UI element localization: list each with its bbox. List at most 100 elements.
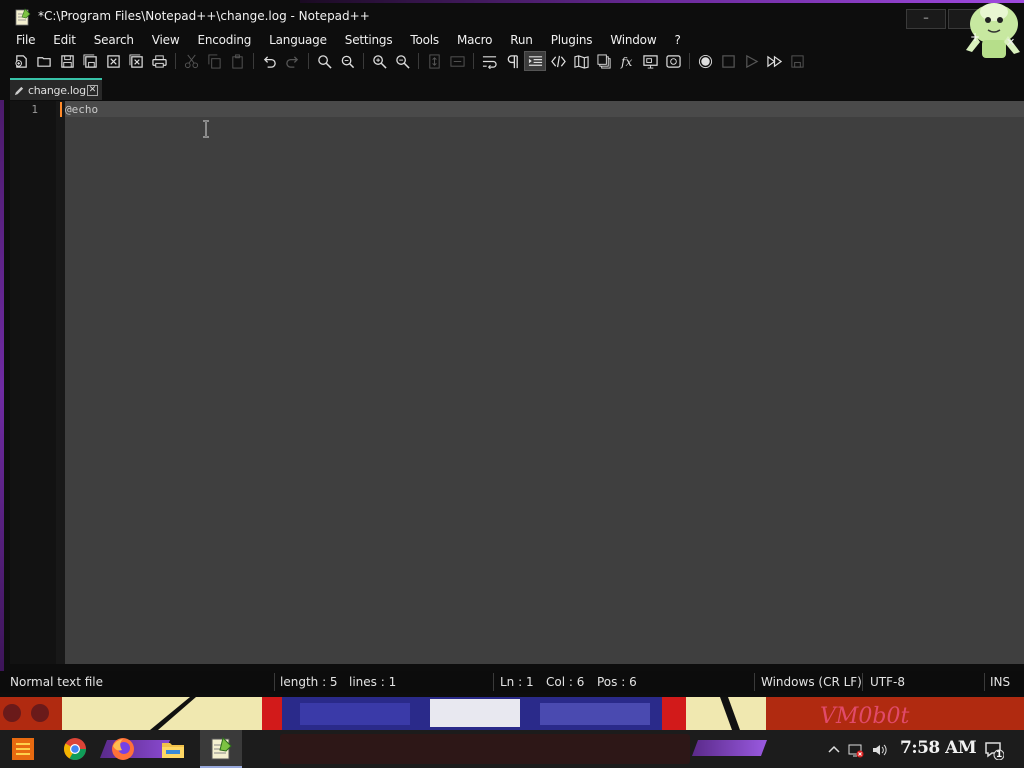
save-all-button[interactable]	[79, 51, 101, 71]
network-icon[interactable]	[848, 742, 864, 758]
redo-icon	[285, 55, 298, 68]
svg-text:VM0b0t: VM0b0t	[820, 704, 909, 729]
menu-encoding[interactable]: Encoding	[197, 33, 251, 47]
close-button[interactable]	[102, 51, 124, 71]
document-map-icon	[573, 54, 589, 69]
open-file-button[interactable]	[33, 51, 55, 71]
close-all-button[interactable]	[125, 51, 147, 71]
firefox-icon[interactable]	[110, 736, 136, 762]
menu-edit[interactable]: Edit	[53, 33, 76, 47]
menu-file[interactable]: File	[16, 33, 35, 47]
menu-bar: File Edit Search View Encoding Language …	[0, 30, 699, 50]
menu-window[interactable]: Window	[610, 33, 656, 47]
window-title: *C:\Program Files\Notepad++\change.log -…	[38, 9, 370, 23]
close-document-button[interactable]: ✕	[1006, 36, 1015, 49]
i-beam-cursor-icon	[203, 120, 209, 138]
record-macro-button[interactable]	[694, 51, 716, 71]
status-pos: Pos : 6	[597, 675, 637, 689]
toolbar-separator	[689, 53, 690, 69]
show-all-characters-button[interactable]	[501, 51, 523, 71]
menu-macro[interactable]: Macro	[457, 33, 493, 47]
sync-vertical-button[interactable]	[423, 51, 445, 71]
tab-change-log[interactable]: change.log ✕	[10, 78, 102, 100]
stop-macro-icon	[721, 54, 735, 68]
new-tab-plus-button[interactable]: +	[970, 30, 980, 44]
menu-help[interactable]: ?	[674, 33, 680, 47]
copy-icon	[207, 53, 221, 69]
line-number-gutter: 1	[10, 101, 65, 664]
title-bar[interactable]: *C:\Program Files\Notepad++\change.log -…	[0, 3, 1024, 30]
notification-count-badge: 1	[996, 750, 1003, 760]
function-list-button[interactable]: fx	[616, 51, 638, 71]
tab-label: change.log	[28, 83, 86, 97]
volume-icon[interactable]	[872, 742, 888, 758]
menu-plugins[interactable]: Plugins	[551, 33, 593, 47]
print-button[interactable]	[148, 51, 170, 71]
toolbar-separator	[473, 53, 474, 69]
toolbar-separator	[253, 53, 254, 69]
notepad-plus-plus-app-icon	[15, 8, 31, 26]
toolbar-separator	[418, 53, 419, 69]
show-hidden-icons-icon[interactable]	[826, 742, 842, 758]
notepad-plus-plus-icon[interactable]	[208, 736, 234, 762]
zoom-out-button[interactable]	[391, 51, 413, 71]
replace-button[interactable]	[336, 51, 358, 71]
save-icon	[60, 54, 74, 68]
save-macro-icon	[790, 54, 804, 68]
cut-button[interactable]	[180, 51, 202, 71]
toolbar-separator	[308, 53, 309, 69]
function-list-icon: fx	[620, 55, 632, 69]
status-insert-mode[interactable]: INS	[990, 675, 1010, 689]
zoom-in-button[interactable]	[368, 51, 390, 71]
copy-button[interactable]	[203, 51, 225, 71]
sync-horizontal-button[interactable]	[446, 51, 468, 71]
menu-settings[interactable]: Settings	[345, 33, 393, 47]
tab-bar: change.log ✕	[0, 77, 1024, 101]
menu-search[interactable]: Search	[94, 33, 134, 47]
folder-as-workspace-button[interactable]	[639, 51, 661, 71]
save-macro-button[interactable]	[786, 51, 808, 71]
sync-vertical-icon	[428, 53, 440, 69]
monitoring-button[interactable]	[662, 51, 684, 71]
file-explorer-icon[interactable]	[160, 736, 186, 762]
status-separator	[493, 673, 494, 691]
chrome-icon[interactable]	[62, 736, 88, 762]
new-file-button[interactable]	[10, 51, 32, 71]
sync-horizontal-icon	[449, 55, 465, 67]
tab-close-button[interactable]: ✕	[87, 85, 98, 96]
play-macro-button[interactable]	[740, 51, 762, 71]
taskbar-wallpaper-overlay	[280, 734, 690, 764]
start-icon[interactable]	[10, 736, 36, 762]
document-map-button[interactable]	[570, 51, 592, 71]
document-list-button[interactable]	[593, 51, 615, 71]
run-macro-multiple-button[interactable]	[763, 51, 785, 71]
play-macro-icon	[745, 54, 758, 68]
paste-button[interactable]	[226, 51, 248, 71]
menu-language[interactable]: Language	[269, 33, 327, 47]
redo-button[interactable]	[281, 51, 303, 71]
status-encoding[interactable]: UTF-8	[870, 675, 905, 689]
menu-view[interactable]: View	[152, 33, 180, 47]
find-button[interactable]	[313, 51, 335, 71]
folder-as-workspace-icon	[642, 54, 658, 69]
cut-icon	[184, 54, 198, 68]
minimize-button[interactable]: –	[906, 9, 946, 29]
taskbar-clock[interactable]: 7:58 AM	[900, 738, 977, 758]
word-wrap-button[interactable]	[478, 51, 500, 71]
stop-macro-button[interactable]	[717, 51, 739, 71]
menu-run[interactable]: Run	[510, 33, 533, 47]
editor-line[interactable]: @echo	[65, 103, 98, 116]
toolbar-separator	[363, 53, 364, 69]
save-button[interactable]	[56, 51, 78, 71]
document-list-icon	[596, 53, 611, 69]
undo-button[interactable]	[258, 51, 280, 71]
status-col: Col : 6	[546, 675, 585, 689]
taskbar-accent	[692, 740, 767, 756]
status-file-type: Normal text file	[10, 675, 104, 689]
status-eol[interactable]: Windows (CR LF)	[761, 675, 862, 689]
text-editor[interactable]: 1 @echo	[10, 101, 1024, 664]
indent-guide-button[interactable]	[524, 51, 546, 71]
user-defined-language-button[interactable]	[547, 51, 569, 71]
menu-tools[interactable]: Tools	[410, 33, 439, 47]
desktop-mascot-image	[966, 3, 1020, 58]
